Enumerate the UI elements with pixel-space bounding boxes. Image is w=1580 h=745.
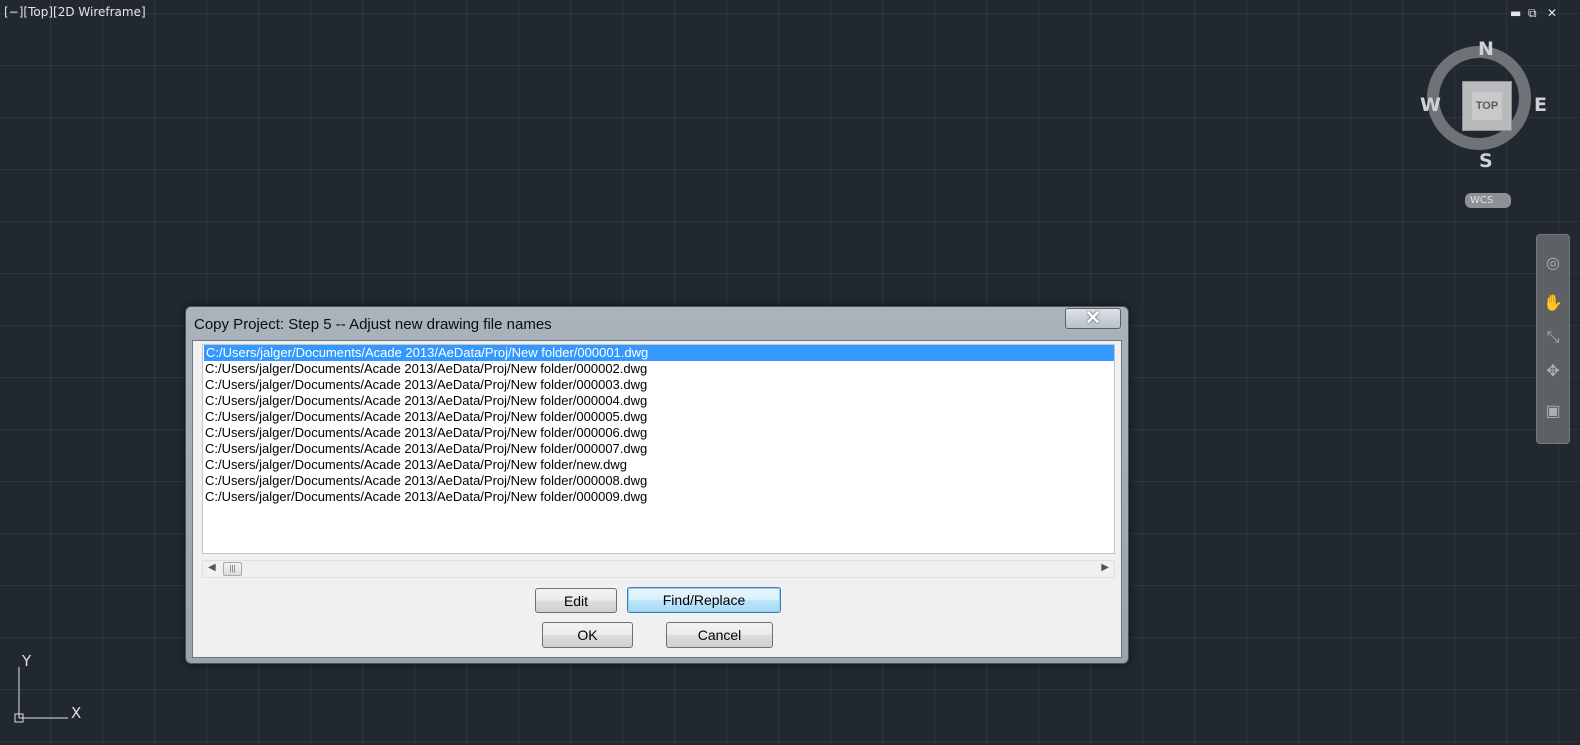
file-list-item[interactable]: C:/Users/jalger/Documents/Acade 2013/AeD…: [203, 409, 1114, 425]
dialog-close-button[interactable]: ✕: [1065, 308, 1121, 329]
dialog-body: C:/Users/jalger/Documents/Acade 2013/AeD…: [192, 340, 1122, 658]
wcs-label: WCS: [1470, 195, 1494, 206]
ucs-x-label: X: [71, 704, 81, 722]
orbit-icon[interactable]: ✥: [1542, 361, 1564, 383]
file-list-item[interactable]: C:/Users/jalger/Documents/Acade 2013/AeD…: [203, 473, 1114, 489]
edit-button[interactable]: Edit: [535, 588, 617, 613]
scrollbar-thumb[interactable]: |||: [223, 562, 242, 576]
close-icon: ✕: [1085, 308, 1101, 329]
viewport-close-icon[interactable]: ✕: [1547, 6, 1557, 20]
ucs-icon: Y X: [14, 652, 81, 723]
ucs-y-label: Y: [21, 652, 32, 670]
cancel-button[interactable]: Cancel: [666, 622, 773, 648]
file-list-item[interactable]: C:/Users/jalger/Documents/Acade 2013/AeD…: [203, 425, 1114, 441]
scroll-right-icon[interactable]: ▶: [1101, 562, 1109, 573]
showmotion-icon[interactable]: ▣: [1542, 401, 1564, 423]
viewport-controls-label[interactable]: [−][Top][2D Wireframe]: [4, 5, 146, 19]
file-list-item[interactable]: C:/Users/jalger/Documents/Acade 2013/AeD…: [203, 489, 1114, 505]
file-list-item[interactable]: C:/Users/jalger/Documents/Acade 2013/AeD…: [203, 457, 1114, 473]
navigation-bar: ◎ ✋ ⤡ ✥ ▣: [1536, 234, 1570, 444]
drawing-file-list[interactable]: C:/Users/jalger/Documents/Acade 2013/AeD…: [202, 344, 1115, 554]
file-list-item[interactable]: C:/Users/jalger/Documents/Acade 2013/AeD…: [203, 377, 1114, 393]
compass-north[interactable]: N: [1478, 38, 1494, 60]
file-list-item[interactable]: C:/Users/jalger/Documents/Acade 2013/AeD…: [203, 361, 1114, 377]
dialog-title: Copy Project: Step 5 -- Adjust new drawi…: [194, 316, 552, 333]
copy-project-dialog: Copy Project: Step 5 -- Adjust new drawi…: [185, 306, 1129, 664]
viewcube-face-label: TOP: [1471, 92, 1503, 120]
viewcube-top-face[interactable]: TOP: [1462, 81, 1512, 131]
file-list-item[interactable]: C:/Users/jalger/Documents/Acade 2013/AeD…: [203, 441, 1114, 457]
file-list-item[interactable]: C:/Users/jalger/Documents/Acade 2013/AeD…: [203, 393, 1114, 409]
zoom-extents-icon[interactable]: ⤡: [1542, 327, 1564, 349]
file-list-item[interactable]: C:/Users/jalger/Documents/Acade 2013/AeD…: [204, 345, 1114, 361]
wcs-menu-button[interactable]: WCS: [1465, 193, 1511, 208]
viewport-minimize-icon[interactable]: ▬: [1510, 6, 1521, 20]
pan-hand-icon[interactable]: ✋: [1542, 293, 1564, 315]
compass-south[interactable]: S: [1479, 150, 1493, 172]
find-replace-button[interactable]: Find/Replace: [627, 587, 781, 613]
ok-button[interactable]: OK: [542, 622, 633, 648]
viewport-restore-icon[interactable]: ⧉: [1528, 6, 1537, 21]
steering-wheel-icon[interactable]: ◎: [1542, 253, 1564, 275]
compass-west[interactable]: W: [1420, 94, 1441, 116]
file-list-horizontal-scrollbar[interactable]: ◀ ||| ▶: [202, 560, 1115, 578]
viewcube[interactable]: TOP N S E W: [1420, 36, 1552, 176]
compass-east[interactable]: E: [1534, 94, 1547, 116]
scroll-left-icon[interactable]: ◀: [208, 562, 216, 573]
